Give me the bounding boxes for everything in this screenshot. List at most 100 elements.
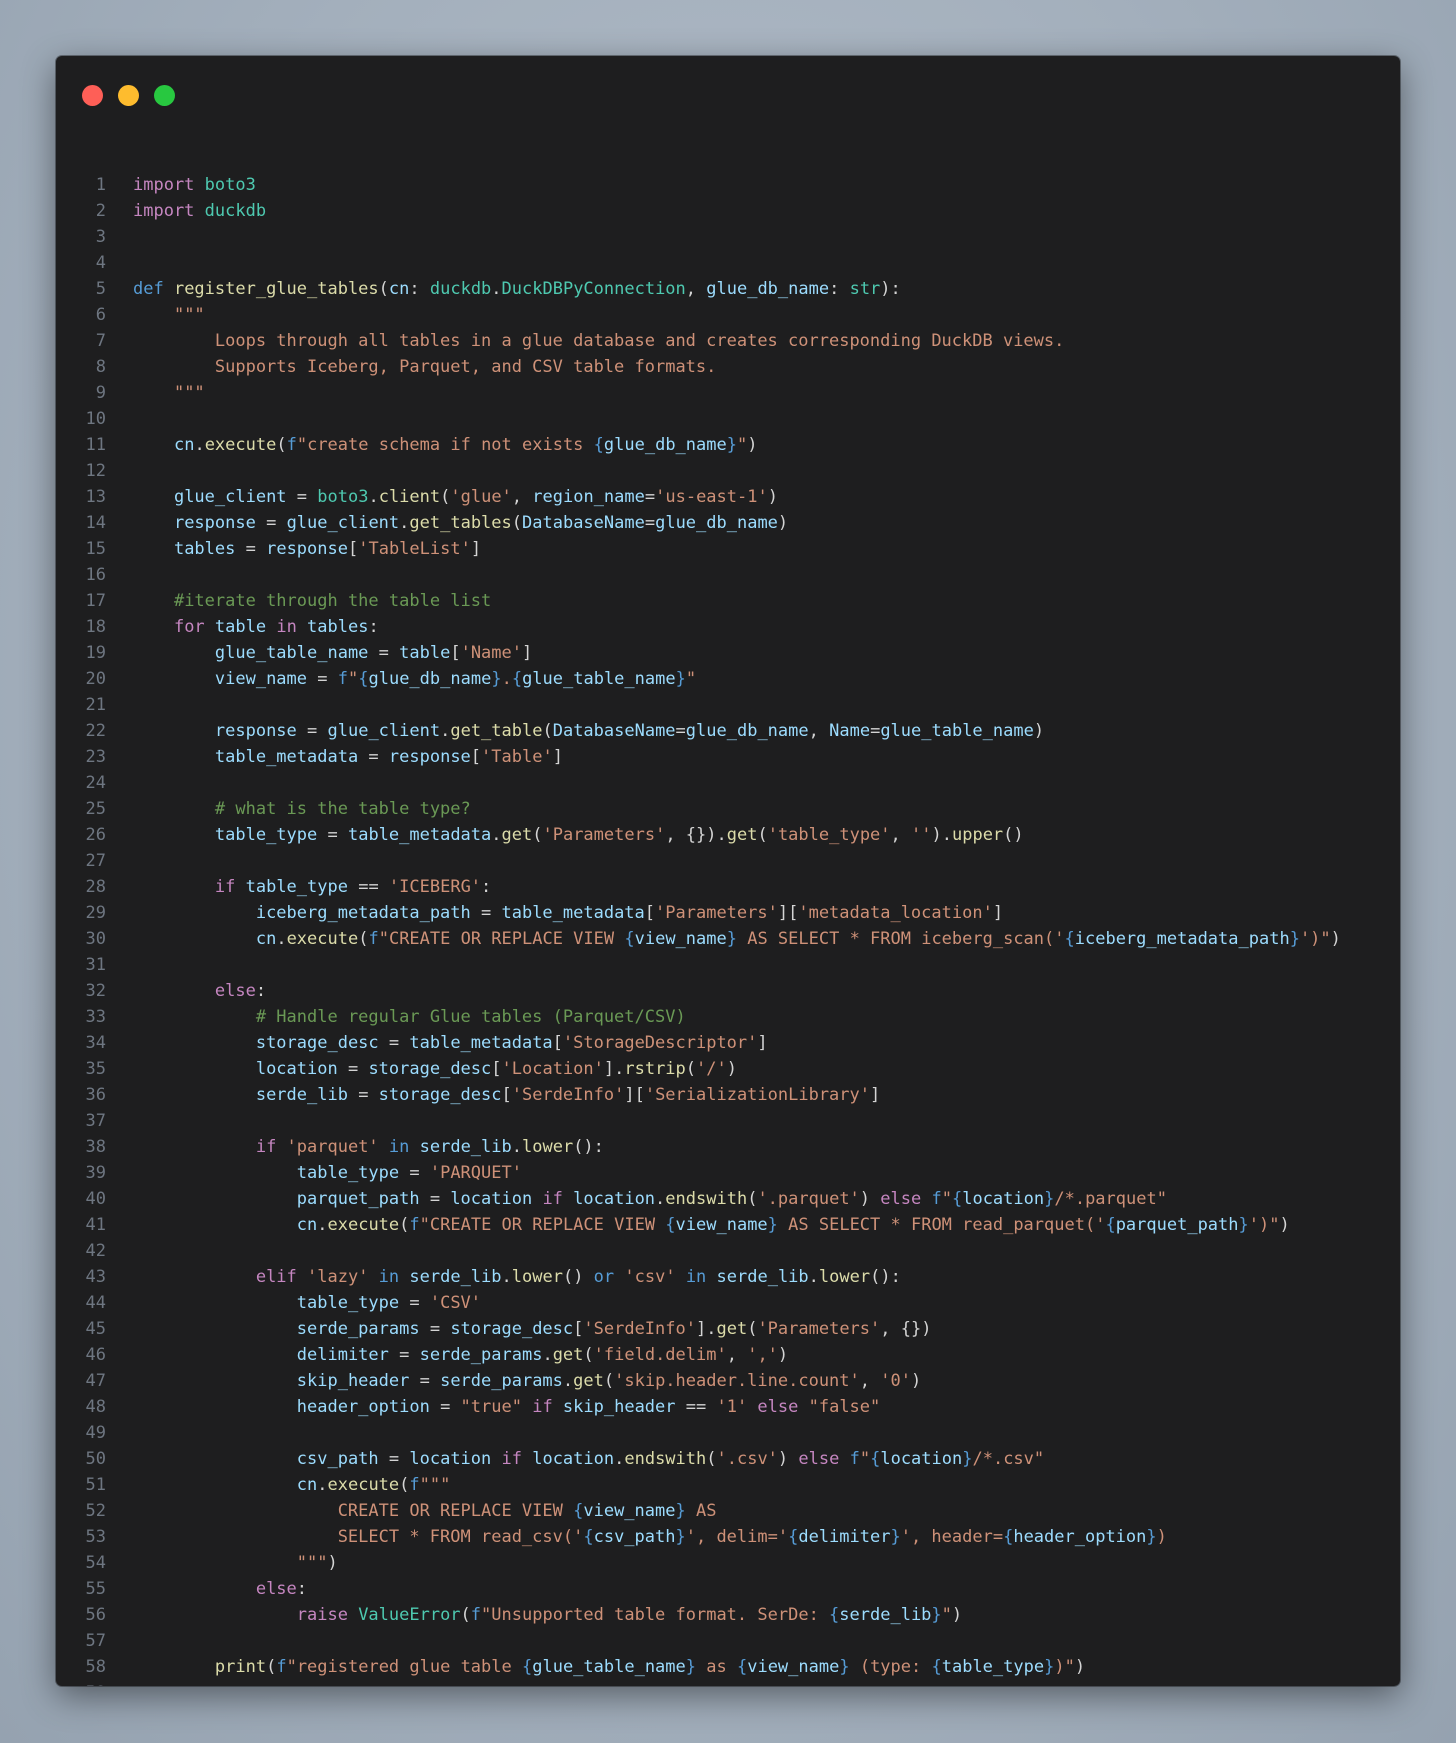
code-token: execute bbox=[327, 1475, 400, 1495]
code-text[interactable]: cn.execute(f"CREATE OR REPLACE VIEW {vie… bbox=[106, 1212, 1290, 1238]
code-text[interactable]: Loops through all tables in a glue datab… bbox=[106, 328, 1065, 354]
line-number: 40 bbox=[85, 1189, 106, 1209]
code-text[interactable]: glue_table_name = table['Name'] bbox=[106, 640, 532, 666]
code-token: '' bbox=[911, 825, 932, 845]
code-text[interactable]: if table_type == 'ICEBERG': bbox=[106, 874, 491, 900]
code-text[interactable]: table_type = table_metadata.get('Paramet… bbox=[106, 822, 1024, 848]
code-text[interactable]: tables = response['TableList'] bbox=[106, 536, 481, 562]
code-token: , {}) bbox=[880, 1319, 932, 1339]
code-token: ) bbox=[1074, 1657, 1086, 1677]
code-token: = bbox=[429, 1397, 461, 1417]
code-text[interactable]: """ bbox=[106, 302, 205, 328]
code-token: client bbox=[378, 487, 441, 507]
line-number: 18 bbox=[85, 617, 106, 637]
code-text[interactable] bbox=[106, 770, 133, 796]
code-text[interactable]: # what is the table type? bbox=[106, 796, 471, 822]
code-token: ) bbox=[1330, 929, 1341, 949]
code-text[interactable] bbox=[106, 224, 133, 250]
code-text[interactable] bbox=[106, 458, 133, 484]
code-text[interactable]: def register_glue_tables(cn: duckdb.Duck… bbox=[106, 276, 901, 302]
code-token: ( bbox=[757, 825, 768, 845]
code-text[interactable] bbox=[106, 848, 133, 874]
code-text[interactable]: else: bbox=[106, 1576, 307, 1602]
code-text[interactable]: """) bbox=[106, 1550, 338, 1576]
code-token: = bbox=[399, 1163, 430, 1183]
code-token: " bbox=[347, 669, 359, 689]
code-text[interactable]: table_type = 'CSV' bbox=[106, 1290, 481, 1316]
code-text[interactable]: response = glue_client.get_tables(Databa… bbox=[106, 510, 788, 536]
code-token: cn bbox=[296, 1475, 318, 1495]
code-text[interactable] bbox=[106, 406, 133, 432]
code-token: location bbox=[255, 1059, 338, 1079]
code-text[interactable]: table_type = 'PARQUET' bbox=[106, 1160, 522, 1186]
code-text[interactable] bbox=[106, 692, 133, 718]
code-line: 10 bbox=[56, 406, 1400, 432]
code-text[interactable]: skip_header = serde_params.get('skip.hea… bbox=[106, 1368, 921, 1394]
code-text[interactable] bbox=[106, 1628, 133, 1654]
code-token: = bbox=[317, 825, 348, 845]
code-text[interactable]: if 'parquet' in serde_lib.lower(): bbox=[106, 1134, 604, 1160]
code-text[interactable]: storage_desc = table_metadata['StorageDe… bbox=[106, 1030, 768, 1056]
code-text[interactable] bbox=[106, 250, 133, 276]
code-text[interactable]: view_name = f"{glue_db_name}.{glue_table… bbox=[106, 666, 696, 692]
code-token: : bbox=[296, 1579, 308, 1599]
code-text[interactable]: response = glue_client.get_table(Databas… bbox=[106, 718, 1044, 744]
code-text[interactable]: import duckdb bbox=[106, 198, 266, 224]
code-text[interactable]: CREATE OR REPLACE VIEW {view_name} AS bbox=[106, 1498, 717, 1524]
code-text[interactable]: delimiter = serde_params.get('field.deli… bbox=[106, 1342, 788, 1368]
code-text[interactable]: csv_path = location if location.endswith… bbox=[106, 1446, 1044, 1472]
zoom-button[interactable] bbox=[154, 85, 175, 106]
code-text[interactable]: """ bbox=[106, 380, 205, 406]
code-token: ( bbox=[706, 1449, 717, 1469]
code-text[interactable] bbox=[106, 1680, 133, 1686]
code-text[interactable]: cn.execute(f""" bbox=[106, 1472, 451, 1498]
code-token: { bbox=[931, 1657, 942, 1677]
code-text[interactable] bbox=[106, 952, 133, 978]
code-text[interactable] bbox=[106, 562, 133, 588]
code-text[interactable]: #iterate through the table list bbox=[106, 588, 491, 614]
code-text[interactable]: SELECT * FROM read_csv('{csv_path}', del… bbox=[106, 1524, 1167, 1550]
code-token: = bbox=[644, 513, 656, 533]
code-token: ( bbox=[583, 1345, 594, 1365]
code-text[interactable]: serde_lib = storage_desc['SerdeInfo']['S… bbox=[106, 1082, 880, 1108]
code-text[interactable]: table_metadata = response['Table'] bbox=[106, 744, 563, 770]
code-text[interactable]: Supports Iceberg, Parquet, and CSV table… bbox=[106, 354, 717, 380]
code-text[interactable]: # Handle regular Glue tables (Parquet/CS… bbox=[106, 1004, 686, 1030]
code-text[interactable] bbox=[106, 1108, 133, 1134]
minimize-button[interactable] bbox=[118, 85, 139, 106]
code-text[interactable]: import boto3 bbox=[106, 172, 256, 198]
line-number: 41 bbox=[85, 1215, 106, 1235]
code-text[interactable]: parquet_path = location if location.ends… bbox=[106, 1186, 1167, 1212]
code-text[interactable] bbox=[106, 1238, 133, 1264]
code-text[interactable]: serde_params = storage_desc['SerdeInfo']… bbox=[106, 1316, 932, 1342]
code-text[interactable]: iceberg_metadata_path = table_metadata['… bbox=[106, 900, 1003, 926]
code-text[interactable] bbox=[106, 1420, 133, 1446]
code-text[interactable]: for table in tables: bbox=[106, 614, 379, 640]
code-token: 'metadata_location' bbox=[798, 903, 993, 923]
code-text[interactable]: raise ValueError(f"Unsupported table for… bbox=[106, 1602, 962, 1628]
code-text[interactable]: elif 'lazy' in serde_lib.lower() or 'csv… bbox=[106, 1264, 901, 1290]
code-text[interactable]: cn.execute(f"create schema if not exists… bbox=[106, 432, 758, 458]
code-token: header_option bbox=[296, 1397, 430, 1417]
code-token: 'StorageDescriptor' bbox=[562, 1033, 758, 1053]
code-line: 12 bbox=[56, 458, 1400, 484]
code-text[interactable]: cn.execute(f"CREATE OR REPLACE VIEW {vie… bbox=[106, 926, 1341, 952]
code-token: if bbox=[491, 1449, 533, 1469]
code-token: glue_db_name bbox=[685, 721, 809, 741]
line-number: 49 bbox=[85, 1423, 106, 1443]
code-text[interactable]: header_option = "true" if skip_header ==… bbox=[106, 1394, 881, 1420]
code-text[interactable]: location = storage_desc['Location'].rstr… bbox=[106, 1056, 737, 1082]
code-text[interactable]: else: bbox=[106, 978, 266, 1004]
code-token: ( bbox=[440, 487, 451, 507]
code-token: glue_client bbox=[327, 721, 441, 741]
code-editor: 1 import boto3 2 import duckdb 3 4 5 def regist… bbox=[56, 172, 1400, 1686]
code-token: if bbox=[532, 1189, 574, 1209]
close-button[interactable] bbox=[82, 85, 103, 106]
code-text[interactable]: print(f"registered glue table {glue_tabl… bbox=[106, 1654, 1085, 1680]
code-token: { bbox=[1003, 1527, 1014, 1547]
code-token: 'csv' bbox=[624, 1267, 676, 1287]
code-text[interactable]: glue_client = boto3.client('glue', regio… bbox=[106, 484, 778, 510]
